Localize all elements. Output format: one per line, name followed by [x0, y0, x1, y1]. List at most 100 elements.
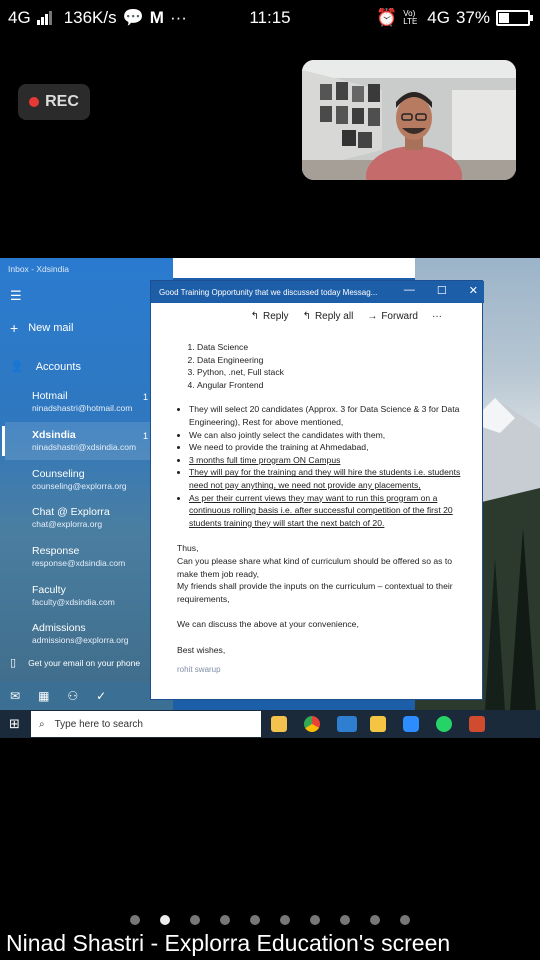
people-icon[interactable]: ⚇	[67, 689, 78, 703]
list-item: 3 months full time program ON Campus	[189, 454, 467, 467]
status-right: ⏰ Vo) LTE 4G 37%	[376, 8, 533, 28]
network-right-label: 4G	[427, 8, 450, 27]
accounts-header[interactable]: 👤 Accounts	[10, 360, 81, 374]
pager-dot[interactable]	[160, 915, 170, 925]
account-name: Xdsindia	[32, 429, 76, 441]
pager-dot[interactable]	[250, 915, 260, 925]
unread-count: 1	[143, 431, 149, 441]
message-actions: ↰ Reply ↰ Reply all → Forward ···	[151, 311, 484, 322]
alarm-icon: ⏰	[376, 8, 398, 27]
pager-dot[interactable]	[190, 915, 200, 925]
forward-icon: →	[367, 311, 378, 322]
reply-button[interactable]: ↰ Reply	[251, 311, 289, 322]
maximize-icon[interactable]: ☐	[437, 284, 447, 297]
calendar-icon[interactable]: ▦	[38, 689, 49, 703]
details-list: They will select 20 candidates (Approx. …	[177, 403, 467, 529]
windows-taskbar: ⊞ ⌕ Type here to search	[0, 710, 540, 738]
list-item: Angular Frontend	[197, 379, 467, 392]
file-explorer-icon[interactable]	[271, 716, 287, 732]
taskbar-search[interactable]: ⌕ Type here to search	[31, 711, 261, 737]
new-mail-label: New mail	[28, 322, 74, 334]
mail-app-icon[interactable]	[337, 716, 357, 732]
account-email: ninadshastri@hotmail.com	[32, 403, 133, 413]
hamburger-icon[interactable]: ☰	[10, 288, 22, 304]
pager-dot[interactable]	[340, 915, 350, 925]
reply-all-label: Reply all	[314, 311, 354, 322]
account-item[interactable]: Xdsindia ninadshastri@xdsindia.com	[32, 429, 136, 452]
thus-line: Thus,	[177, 543, 199, 554]
list-item: Python, .net, Full stack	[197, 366, 467, 379]
reply-all-button[interactable]: ↰ Reply all	[303, 311, 354, 322]
pager-dot[interactable]	[280, 915, 290, 925]
todo-check-icon[interactable]: ✓	[96, 689, 106, 703]
battery-fill	[499, 13, 509, 23]
list-item: We need to provide the training at Ahmed…	[189, 441, 467, 454]
forward-label: Forward	[381, 311, 418, 322]
account-item[interactable]: Admissions admissions@explorra.org	[32, 622, 129, 645]
sticky-notes-icon[interactable]	[370, 716, 386, 732]
accounts-heading: Accounts	[35, 360, 81, 373]
account-email: faculty@xdsindia.com	[32, 597, 115, 607]
account-name: Chat @ Explorra	[32, 506, 110, 518]
participant-video[interactable]	[302, 60, 516, 180]
zoom-icon[interactable]	[403, 716, 419, 732]
new-mail-button[interactable]: + New mail	[10, 320, 73, 336]
unread-count: 1	[143, 392, 149, 402]
account-email: ninadshastri@xdsindia.com	[32, 442, 137, 452]
office-app-icon[interactable]	[469, 716, 485, 732]
pager-dots	[0, 915, 540, 925]
record-dot-icon	[29, 97, 40, 107]
account-email: counseling@explorra.org	[32, 481, 127, 491]
pager-dot[interactable]	[370, 915, 380, 925]
phone-promo-label: Get your email on your phone	[28, 657, 141, 668]
account-item[interactable]: Hotmail ninadshastri@hotmail.com	[32, 390, 132, 413]
chrome-icon[interactable]	[304, 716, 320, 732]
windows-start-icon[interactable]: ⊞	[9, 716, 20, 732]
pager-dot[interactable]	[310, 915, 320, 925]
account-name: Faculty	[32, 584, 66, 596]
account-item[interactable]: Chat @ Explorra chat@explorra.org	[32, 506, 110, 529]
reply-all-icon: ↰	[302, 311, 311, 322]
account-item[interactable]: Response response@xdsindia.com	[32, 545, 125, 568]
reply-label: Reply	[262, 311, 289, 322]
account-email: admissions@explorra.org	[32, 635, 129, 645]
person-icon: 👤	[10, 361, 24, 373]
window-controls: — ☐ ✕	[404, 284, 478, 297]
status-bar: 4G 136K/s 💬 M ··· 11:15 ⏰ Vo) LTE 4G 37%	[0, 0, 540, 36]
volte-label: Vo) LTE	[403, 9, 418, 26]
screen-share-caption: Ninad Shastri - Explorra Education's scr…	[6, 930, 451, 956]
search-placeholder: Type here to search	[54, 718, 143, 730]
pager-dot[interactable]	[400, 915, 410, 925]
battery-percent: 37%	[455, 8, 490, 27]
recording-indicator[interactable]: REC	[18, 84, 90, 120]
mail-icon[interactable]: ✉	[10, 689, 20, 703]
message-window: Good Training Opportunity that we discus…	[150, 280, 484, 700]
pager-dot[interactable]	[220, 915, 230, 925]
list-item: We can also jointly select the candidate…	[189, 429, 467, 442]
list-item: Data Science	[197, 341, 467, 354]
message-body: Data Science Data Engineering Python, .n…	[177, 341, 467, 677]
more-actions-button[interactable]: ···	[432, 311, 442, 322]
message-title: Good Training Opportunity that we discus…	[159, 287, 378, 297]
account-name: Admissions	[32, 622, 86, 634]
plus-icon: +	[10, 320, 19, 336]
reply-icon: ↰	[250, 311, 259, 322]
closing-line: Best wishes,	[177, 644, 226, 655]
account-item[interactable]: Faculty faculty@xdsindia.com	[32, 584, 115, 607]
battery-icon	[496, 10, 533, 26]
minimize-icon[interactable]: —	[404, 284, 415, 297]
list-item: Data Engineering	[197, 354, 467, 367]
phone-icon: ▯	[10, 657, 17, 669]
mail-sidebar: Inbox - Xdsindia ☰ + New mail 👤 Accounts…	[0, 258, 173, 710]
rec-label: REC	[45, 93, 79, 110]
account-item[interactable]: Counseling counseling@explorra.org	[32, 468, 127, 491]
pager-dot[interactable]	[130, 915, 140, 925]
account-name: Hotmail	[32, 390, 68, 402]
search-icon: ⌕	[39, 718, 45, 730]
whatsapp-icon[interactable]	[436, 716, 452, 732]
close-icon[interactable]: ✕	[469, 284, 478, 297]
forward-button[interactable]: → Forward	[367, 311, 418, 322]
phone-promo[interactable]: ▯ Get your email on your phone	[10, 656, 140, 669]
mail-bottom-nav: ✉ ▦ ⚇ ✓	[0, 682, 173, 710]
account-name: Counseling	[32, 468, 85, 480]
